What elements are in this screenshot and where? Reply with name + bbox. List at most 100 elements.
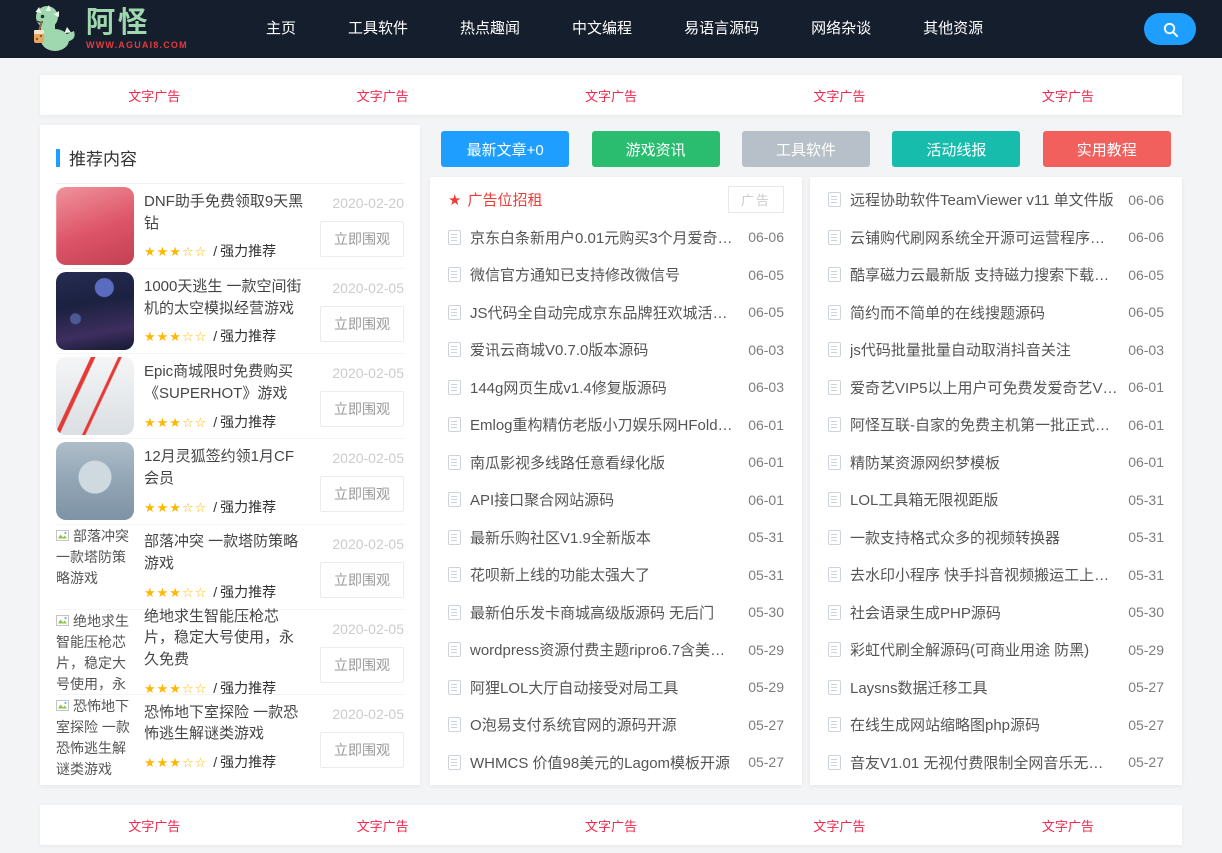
article-list-item[interactable]: 最新伯乐发卡商城高级版源码 无后门05-30 <box>448 594 784 632</box>
article-title[interactable]: 最新伯乐发卡商城高级版源码 无后门 <box>470 602 738 623</box>
article-title[interactable]: 部落冲突 一款塔防策略游戏 <box>144 531 306 575</box>
article-title[interactable]: Emlog重构精仿老版小刀娱乐网HFoldao模... <box>470 414 738 435</box>
article-title[interactable]: JS代码全自动完成京东品牌狂欢城活动任务 <box>470 302 738 323</box>
text-ad-link[interactable]: 文字广告 <box>268 75 496 115</box>
article-list-item[interactable]: 南瓜影视多线路任意看绿化版06-01 <box>448 444 784 482</box>
text-ad-link[interactable]: 文字广告 <box>497 805 725 845</box>
search-button[interactable] <box>1144 13 1196 45</box>
article-list-item[interactable]: API接口聚合网站源码06-01 <box>448 481 784 519</box>
article-title[interactable]: 酷享磁力云最新版 支持磁力搜索下载和一... <box>850 264 1118 285</box>
article-title[interactable]: LOL工具箱无限视距版 <box>850 489 1118 510</box>
article-thumbnail[interactable] <box>56 357 134 435</box>
article-title[interactable]: 阿怪互联-自家的免费主机第一批正式开启 <box>850 414 1118 435</box>
category-button-game-news[interactable]: 游戏资讯 <box>592 131 720 167</box>
article-list-item[interactable]: 爱奇艺VIP5以上用户可免费发爱奇艺VIP红包06-01 <box>828 369 1164 407</box>
article-list-item[interactable]: LOL工具箱无限视距版05-31 <box>828 481 1164 519</box>
article-title[interactable]: Laysns数据迁移工具 <box>850 677 1118 698</box>
recommended-item[interactable]: 恐怖地下室探险 一款恐怖逃生解谜类游戏 恐怖地下室探险 一款恐怖逃生解谜类游戏 … <box>56 694 404 779</box>
article-title[interactable]: 社会语录生成PHP源码 <box>850 602 1118 623</box>
article-list-item[interactable]: 彩虹代刷全解源码(可商业用途 防黑)05-29 <box>828 631 1164 669</box>
article-title[interactable]: API接口聚合网站源码 <box>470 489 738 510</box>
recommended-item[interactable]: DNF助手免费领取9天黑钻 ★★★☆☆/强力推荐 2020-02-20 立即围观 <box>56 184 404 268</box>
nav-item-home[interactable]: 主页 <box>240 0 322 58</box>
article-title[interactable]: Epic商城限时免费购买《SUPERHOT》游戏 <box>144 361 306 405</box>
article-list-item[interactable]: 社会语录生成PHP源码05-30 <box>828 594 1164 632</box>
category-button-tutorials[interactable]: 实用教程 <box>1043 131 1171 167</box>
article-title[interactable]: DNF助手免费领取9天黑钻 <box>144 191 306 235</box>
view-now-button[interactable]: 立即围观 <box>320 391 404 427</box>
text-ad-link[interactable]: 文字广告 <box>40 805 268 845</box>
text-ad-link[interactable]: 文字广告 <box>725 75 953 115</box>
recommended-item[interactable]: Epic商城限时免费购买《SUPERHOT》游戏 ★★★☆☆/强力推荐 2020… <box>56 353 404 438</box>
article-list-item[interactable]: O泡易支付系统官网的源码开源05-27 <box>448 706 784 744</box>
article-title[interactable]: 1000天逃生 一款空间街机的太空模拟经营游戏 <box>144 276 306 320</box>
view-now-button[interactable]: 立即围观 <box>320 562 404 598</box>
nav-item-other-resources[interactable]: 其他资源 <box>897 0 1009 58</box>
recommended-item[interactable]: 绝地求生智能压枪芯片，稳定大号使用，永久免费 绝地求生智能压枪芯片，稳定大号使用… <box>56 609 404 694</box>
article-title[interactable]: 简约而不简单的在线搜题源码 <box>850 302 1118 323</box>
view-now-button[interactable]: 立即围观 <box>320 476 404 512</box>
view-now-button[interactable]: 立即围观 <box>320 221 404 257</box>
article-title[interactable]: 爱讯云商城V0.7.0版本源码 <box>470 339 738 360</box>
article-list-item[interactable]: 酷享磁力云最新版 支持磁力搜索下载和一...06-05 <box>828 256 1164 294</box>
article-list-item[interactable]: 京东白条新用户0.01元购买3个月爱奇艺黄...06-06 <box>448 219 784 257</box>
article-title[interactable]: js代码批量批量自动取消抖音关注 <box>850 339 1118 360</box>
thumbnail-broken-alt[interactable]: 绝地求生智能压枪芯片，稳定大号使用，永久免费 <box>56 611 134 693</box>
article-list-item[interactable]: 144g网页生成v1.4修复版源码06-03 <box>448 369 784 407</box>
article-list-item[interactable]: 微信官方通知已支持修改微信号06-05 <box>448 256 784 294</box>
article-title[interactable]: 京东白条新用户0.01元购买3个月爱奇艺黄... <box>470 227 738 248</box>
article-list-item[interactable]: 花呗新上线的功能太强大了05-31 <box>448 556 784 594</box>
pinned-ad-item[interactable]: ★广告位招租广告 <box>448 181 784 219</box>
article-title[interactable]: 144g网页生成v1.4修复版源码 <box>470 377 738 398</box>
text-ad-link[interactable]: 文字广告 <box>268 805 496 845</box>
article-list-item[interactable]: Laysns数据迁移工具05-27 <box>828 669 1164 707</box>
article-title[interactable]: 精防某资源网织梦模板 <box>850 452 1118 473</box>
nav-item-easy-language[interactable]: 易语言源码 <box>658 0 785 58</box>
article-title[interactable]: 绝地求生智能压枪芯片，稳定大号使用，永久免费 <box>144 606 306 671</box>
article-title[interactable]: 在线生成网站缩略图php源码 <box>850 714 1118 735</box>
recommended-item[interactable]: 12月灵狐签约领1月CF会员 ★★★☆☆/强力推荐 2020-02-05 立即围… <box>56 438 404 523</box>
nav-item-tools[interactable]: 工具软件 <box>322 0 434 58</box>
article-title[interactable]: 一款支持格式众多的视频转换器 <box>850 527 1118 548</box>
pinned-ad-label[interactable]: 广告位招租 <box>467 189 728 210</box>
article-title[interactable]: 微信官方通知已支持修改微信号 <box>470 264 738 285</box>
article-title[interactable]: WHMCS 价值98美元的Lagom模板开源 <box>470 752 738 773</box>
article-title[interactable]: 远程协助软件TeamViewer v11 单文件版 <box>850 189 1118 210</box>
article-list-item[interactable]: 简约而不简单的在线搜题源码06-05 <box>828 294 1164 332</box>
article-list-item[interactable]: 阿狸LOL大厅自动接受对局工具05-29 <box>448 669 784 707</box>
article-list-item[interactable]: Emlog重构精仿老版小刀娱乐网HFoldao模...06-01 <box>448 406 784 444</box>
recommended-item[interactable]: 部落冲突 一款塔防策略游戏 部落冲突 一款塔防策略游戏 ★★★☆☆/强力推荐 2… <box>56 524 404 609</box>
recommended-item[interactable]: 1000天逃生 一款空间街机的太空模拟经营游戏 ★★★☆☆/强力推荐 2020-… <box>56 268 404 353</box>
text-ad-link[interactable]: 文字广告 <box>40 75 268 115</box>
article-title[interactable]: 最新乐购社区V1.9全新版本 <box>470 527 738 548</box>
article-list-item[interactable]: wordpress资源付费主题ripro6.7含美化包...05-29 <box>448 631 784 669</box>
category-button-latest-articles[interactable]: 最新文章+0 <box>441 131 569 167</box>
article-title[interactable]: 恐怖地下室探险 一款恐怖逃生解谜类游戏 <box>144 702 306 746</box>
nav-item-chinese-coding[interactable]: 中文编程 <box>546 0 658 58</box>
article-list-item[interactable]: 精防某资源网织梦模板06-01 <box>828 444 1164 482</box>
article-title[interactable]: 彩虹代刷全解源码(可商业用途 防黑) <box>850 639 1118 660</box>
article-title[interactable]: 花呗新上线的功能太强大了 <box>470 564 738 585</box>
view-now-button[interactable]: 立即围观 <box>320 306 404 342</box>
article-thumbnail[interactable] <box>56 272 134 350</box>
nav-item-web-talk[interactable]: 网络杂谈 <box>785 0 897 58</box>
view-now-button[interactable]: 立即围观 <box>320 647 404 683</box>
view-now-button[interactable]: 立即围观 <box>320 732 404 768</box>
article-title[interactable]: 爱奇艺VIP5以上用户可免费发爱奇艺VIP红包 <box>850 377 1118 398</box>
site-logo[interactable]: 阿怪 WWW.AGUAI8.COM <box>26 4 218 54</box>
article-title[interactable]: 阿狸LOL大厅自动接受对局工具 <box>470 677 738 698</box>
thumbnail-broken-alt[interactable]: 恐怖地下室探险 一款恐怖逃生解谜类游戏 <box>56 696 134 778</box>
article-list-item[interactable]: 远程协助软件TeamViewer v11 单文件版06-06 <box>828 181 1164 219</box>
text-ad-link[interactable]: 文字广告 <box>497 75 725 115</box>
article-list-item[interactable]: 云铺购代刷网系统全开源可运营程序搭建06-06 <box>828 219 1164 257</box>
article-list-item[interactable]: 一款支持格式众多的视频转换器05-31 <box>828 519 1164 557</box>
article-thumbnail[interactable] <box>56 187 134 265</box>
article-title[interactable]: 12月灵狐签约领1月CF会员 <box>144 446 306 490</box>
thumbnail-broken-alt[interactable]: 部落冲突 一款塔防策略游戏 <box>56 526 134 608</box>
text-ad-link[interactable]: 文字广告 <box>954 805 1182 845</box>
article-list-item[interactable]: 音友V1.01 无视付费限制全网音乐无损免费...05-27 <box>828 744 1164 782</box>
article-list-item[interactable]: 爱讯云商城V0.7.0版本源码06-03 <box>448 331 784 369</box>
text-ad-link[interactable]: 文字广告 <box>725 805 953 845</box>
article-list-item[interactable]: 阿怪互联-自家的免费主机第一批正式开启06-01 <box>828 406 1164 444</box>
article-title[interactable]: wordpress资源付费主题ripro6.7含美化包... <box>470 639 738 660</box>
